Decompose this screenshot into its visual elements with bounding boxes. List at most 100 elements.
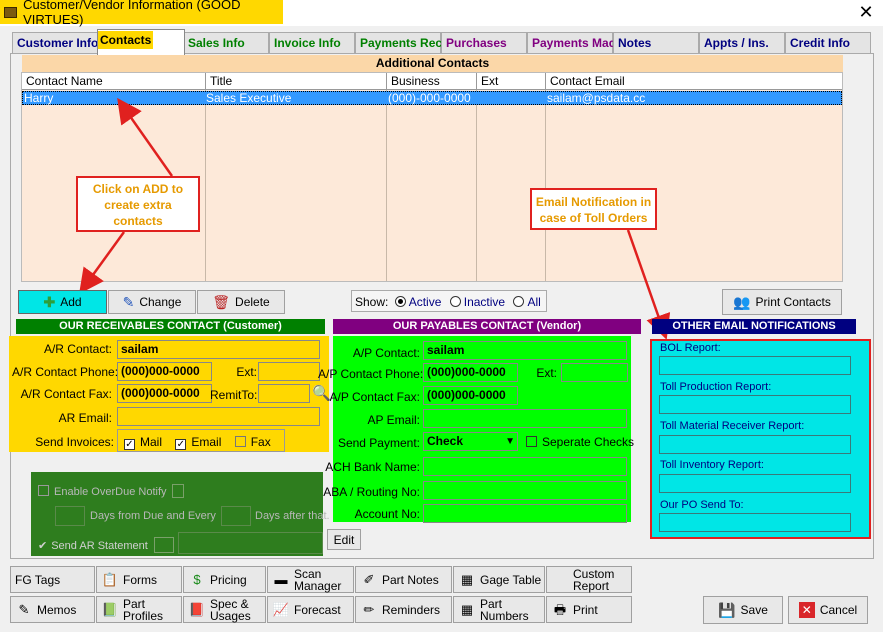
table-icon: ▦ [460,571,474,587]
fax-checkbox[interactable] [234,436,246,447]
forecast-icon: 📈 [272,601,290,617]
aba-routing-field[interactable] [423,481,627,500]
payables-header: OUR PAYABLES CONTACT (Vendor) [333,319,641,334]
send-invoices-group: ✓ Mail ✓ Email Fax [117,429,285,452]
days-after-field[interactable] [221,506,251,526]
separate-checks-checkbox[interactable] [526,436,537,447]
remit-to-field[interactable] [258,384,310,403]
enable-overdue[interactable]: Enable OverDue Notify [38,484,184,498]
memos-button[interactable]: ✎ Memos [10,596,95,623]
save-button[interactable]: 💾 Save [703,596,783,624]
cancel-button[interactable]: ✕ Cancel [788,596,868,624]
send-invoices-label: Send Invoices: [35,435,114,449]
ar-ext-field[interactable] [258,362,320,381]
bol-email-field[interactable] [659,356,851,375]
ar-email-label: AR Email: [58,411,112,425]
toll-material-field[interactable] [659,435,851,454]
printer-icon: 🖶 [553,601,567,617]
toll-inventory-field[interactable] [659,474,851,493]
pricing-button[interactable]: $ Pricing [183,566,266,593]
ar-contact-field[interactable]: sailam [117,340,320,359]
ar-ext-label: Ext: [236,365,257,379]
part-profiles-button[interactable]: 📗 Part Profiles [96,596,182,623]
days-from-due-label: Days from Due and Every [90,510,216,522]
show-filter: Show: Active Inactive All [351,290,547,312]
scanner-icon: ▬ [274,571,288,587]
print-contacts-button[interactable]: 👥 Print Contacts [722,289,842,315]
add-button[interactable]: ✚ Add [18,290,107,314]
pencil-icon: ✎ [122,293,135,310]
active-radio[interactable] [394,296,406,307]
separate-checks[interactable]: Seperate Checks [526,435,634,449]
trash-icon: 🗑 [212,293,231,310]
aba-routing-label: ABA / Routing No: [323,485,420,499]
toll-production-field[interactable] [659,395,851,414]
toll-material-label: Toll Material Receiver Report: [660,420,805,432]
ar-fax-label: A/R Contact Fax: [20,387,112,401]
ach-bank-field[interactable] [423,457,627,476]
ap-contact-field[interactable]: sailam [423,341,627,360]
plus-icon: ✚ [43,293,56,310]
po-send-field[interactable] [659,513,851,532]
ap-email-field[interactable] [423,409,627,428]
days-after-label: Days after that. [255,510,330,522]
ap-ext-field[interactable] [561,363,628,382]
reminder-icon: ✏ [363,601,375,617]
ap-phone-label: A/P Contact Phone: [318,367,424,381]
days-from-due-field[interactable] [55,506,85,526]
notes-icon: ✐ [363,571,375,587]
spec-icon: 📕 [188,601,206,617]
inactive-radio[interactable] [449,296,461,307]
spinner[interactable] [171,484,184,498]
po-send-label: Our PO Send To: [660,499,744,511]
toll-inventory-label: Toll Inventory Report: [660,459,764,471]
cancel-icon: ✕ [798,602,815,618]
ap-email-label: AP Email: [367,413,420,427]
part-notes-button[interactable]: ✐ Part Notes [355,566,452,593]
ar-phone-field[interactable]: (000)000-0000 [117,362,212,381]
fg-tags-button[interactable]: FG Tags [10,566,95,593]
mail-checkbox[interactable]: ✓ [124,439,135,450]
scan-manager-button[interactable]: ▬ Scan Manager [267,566,354,593]
account-no-field[interactable] [423,504,627,523]
edit-button[interactable]: Edit [327,529,361,550]
send-ar-statement[interactable]: ✔ Send AR Statement [38,537,174,553]
arrow-to-add [79,231,126,295]
ap-ext-label: Ext: [536,366,557,380]
ap-phone-field[interactable]: (000)000-0000 [423,363,518,382]
spec-usages-button[interactable]: 📕 Spec & Usages [183,596,266,623]
clipboard-icon: 📋 [101,571,119,587]
send-payment-select[interactable]: Check ▼ [423,432,518,451]
tab-contacts[interactable]: Contacts [97,29,185,55]
forecast-button[interactable]: 📈 Forecast [267,596,354,623]
delete-button[interactable]: 🗑 Delete [197,290,285,314]
send-payment-label: Send Payment: [337,436,420,450]
forms-button[interactable]: 📋 Forms [96,566,182,593]
ar-fax-field[interactable]: (000)000-0000 [117,384,212,403]
book-icon: 📗 [101,601,119,617]
ap-fax-label: A/P Contact Fax: [329,390,421,404]
bol-label: BOL Report: [660,342,721,354]
remit-to-label: RemitTo: [210,388,258,402]
parts-icon: ▦ [460,601,474,617]
ar-email-field[interactable] [117,407,320,426]
enable-overdue-checkbox[interactable] [38,485,49,496]
arrow-to-row [117,97,174,177]
change-button[interactable]: ✎ Change [108,290,196,314]
toll-production-label: Toll Production Report: [660,381,772,393]
part-numbers-button[interactable]: ▦ Part Numbers [453,596,545,623]
dollar-icon: $ [193,571,201,587]
print-button[interactable]: 🖶 Print [546,596,632,623]
receivables-header: OUR RECEIVABLES CONTACT (Customer) [16,319,325,334]
check-icon: ✔ [38,540,48,552]
gage-table-button[interactable]: ▦ Gage Table [453,566,545,593]
floppy-icon: 💾 [718,601,736,618]
reminders-button[interactable]: ✏ Reminders [355,596,452,623]
all-radio[interactable] [513,296,525,307]
email-checkbox[interactable]: ✓ [175,439,187,450]
custom-report-button[interactable]: Custom Report [546,566,632,593]
ap-fax-field[interactable]: (000)000-0000 [423,386,518,405]
statement-spinner[interactable] [153,537,174,553]
statement-field[interactable] [178,532,323,554]
notifications-header: OTHER EMAIL NOTIFICATIONS [652,319,856,334]
